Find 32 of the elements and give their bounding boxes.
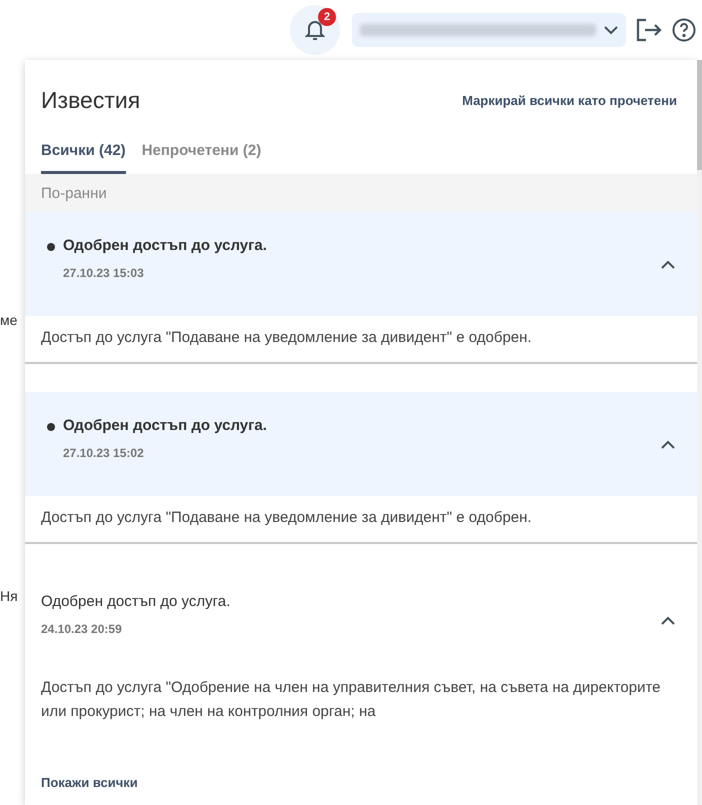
notification-time: 27.10.23 15:03 [63, 266, 145, 280]
panel-title: Известия [41, 86, 140, 114]
notification-header[interactable]: Одобрен достъп до услуга. 24.10.23 20:59 [25, 572, 697, 668]
show-all-link[interactable]: Покажи всички [41, 774, 138, 790]
logout-icon [636, 18, 662, 42]
chevron-down-icon [604, 26, 618, 34]
mark-all-read-link[interactable]: Маркирай всички като прочетени [462, 92, 677, 108]
unread-dot [47, 422, 55, 430]
bell-icon [305, 19, 325, 41]
chevron-up-icon[interactable] [661, 616, 675, 624]
notification-title: Одобрен достъп до услуга. [41, 592, 230, 610]
notification-header[interactable]: Одобрен достъп до услуга. 27.10.23 15:03 [25, 212, 697, 316]
chevron-up-icon[interactable] [661, 260, 675, 268]
unread-dot [47, 242, 55, 250]
chevron-up-icon[interactable] [661, 440, 675, 448]
notification-header[interactable]: Одобрен достъп до услуга. 27.10.23 15:02 [25, 392, 697, 496]
scrollbar[interactable] [697, 60, 702, 805]
logout-button[interactable] [636, 18, 662, 42]
notification-body: Достъп до услуга "Подаване на уведомление за дивидент" е одобрен. [25, 496, 697, 544]
notification-body: Достъп до услуга "Одобрение на член на управителния съвет, на съвета на директорите или прокурист; на член на контролния орган; на [40, 678, 662, 722]
notification-title: Одобрен достъп до услуга. [63, 236, 267, 254]
notification-time: 24.10.23 20:59 [41, 622, 123, 636]
help-icon [672, 18, 696, 42]
notification-title: Одобрен достъп до услуга. [63, 416, 267, 434]
notification-body: Достъп до услуга "Подаване на уведомление за дивидент" е одобрен. [25, 316, 697, 364]
help-button[interactable] [672, 18, 696, 42]
background-text: ме [0, 312, 18, 328]
notification-bell-button[interactable]: 2 [290, 5, 340, 55]
group-header: По-ранни [25, 174, 697, 212]
notification-count-badge: 2 [318, 8, 336, 26]
notification-time: 27.10.23 15:02 [63, 446, 145, 460]
background-text: Ня [0, 588, 18, 604]
